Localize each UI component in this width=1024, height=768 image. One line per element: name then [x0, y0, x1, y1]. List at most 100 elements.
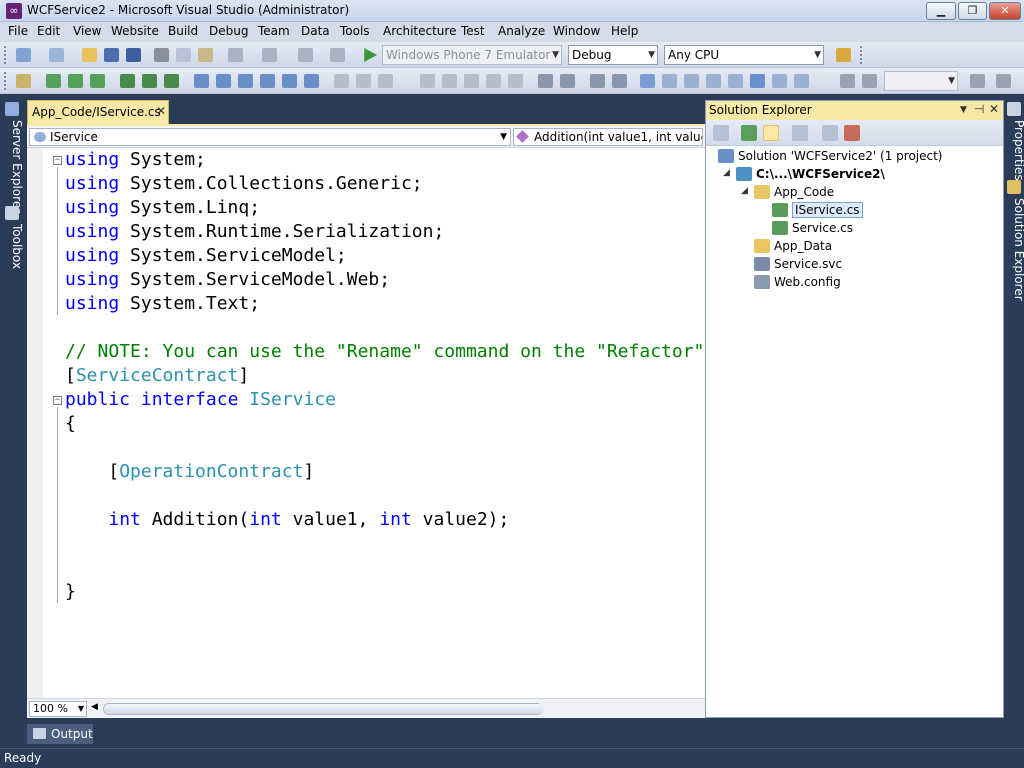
code-line[interactable]: using System.Collections.Generic; [65, 172, 423, 196]
minimize-button[interactable]: ▁ [926, 2, 956, 20]
solution-explorer-tab[interactable]: Solution Explorer [1004, 180, 1024, 301]
toolbar-grip[interactable] [4, 46, 7, 64]
code-line[interactable]: // NOTE: You can use the "Rename" comman… [65, 340, 703, 364]
configuration-select[interactable]: Debug ▼ [568, 45, 658, 65]
navigate-backward-icon[interactable] [298, 48, 313, 62]
tree-item[interactable]: App_Code [754, 183, 834, 201]
code-line[interactable]: using System; [65, 148, 206, 172]
open-file-icon[interactable] [82, 48, 97, 62]
start-debugging-icon[interactable] [364, 48, 377, 62]
code-line[interactable]: using System.Text; [65, 292, 260, 316]
code-line[interactable]: using System.Runtime.Serialization; [65, 220, 444, 244]
navigate-forward-icon[interactable] [330, 48, 345, 62]
menu-tools[interactable]: Tools [340, 24, 370, 38]
tab-iservice-cs[interactable]: App_Code/IService.cs ✕ [27, 100, 169, 124]
menu-view[interactable]: View [73, 24, 101, 38]
add-item-icon[interactable] [49, 48, 64, 62]
toolbar-grip[interactable] [4, 72, 7, 90]
view-code-icon[interactable] [792, 125, 808, 141]
scrollbar-thumb[interactable] [104, 704, 544, 714]
align-icon[interactable] [442, 74, 457, 88]
refresh-button-icon[interactable] [741, 125, 757, 141]
close-tab-icon[interactable]: ✕ [156, 104, 166, 118]
tile-icon[interactable] [706, 74, 721, 88]
zoom-in-icon[interactable] [840, 74, 855, 88]
tree-item[interactable]: App_Data [754, 237, 832, 255]
compare-icon[interactable] [164, 74, 179, 88]
scroll-left-icon[interactable]: ◀ [91, 702, 98, 712]
comment-icon[interactable] [538, 74, 553, 88]
step-out-icon[interactable] [90, 74, 105, 88]
code-line[interactable]: [OperationContract] [65, 460, 314, 484]
menu-build[interactable]: Build [168, 24, 198, 38]
code-line[interactable]: public interface IService [65, 388, 336, 412]
code-line[interactable]: using System.ServiceModel; [65, 244, 347, 268]
close-panel-icon[interactable]: ✕ [989, 102, 999, 116]
window-icon[interactable] [640, 74, 655, 88]
bold-icon[interactable] [508, 74, 523, 88]
layout-icon[interactable] [662, 74, 677, 88]
menu-team[interactable]: Team [258, 24, 290, 38]
menu-file[interactable]: File [8, 24, 28, 38]
code-line[interactable]: { [65, 412, 76, 436]
check-out-icon[interactable] [142, 74, 157, 88]
stop-icon[interactable] [772, 74, 787, 88]
indent-icon[interactable] [356, 74, 371, 88]
horizontal-scrollbar[interactable] [103, 703, 544, 715]
expand-arrow-icon[interactable]: ◢ [723, 168, 730, 178]
check-in-icon[interactable] [120, 74, 135, 88]
properties-button-icon[interactable] [713, 125, 729, 141]
platform-select[interactable]: Any CPU ▼ [664, 45, 824, 65]
menu-help[interactable]: Help [611, 24, 638, 38]
options-icon[interactable] [794, 74, 809, 88]
select-icon[interactable] [420, 74, 435, 88]
properties-tab[interactable]: Properties [1004, 102, 1024, 182]
menu-test[interactable]: Test [461, 24, 485, 38]
step-over-icon[interactable] [68, 74, 83, 88]
parameter-info-icon[interactable] [216, 74, 231, 88]
find-in-files-icon[interactable] [836, 48, 851, 62]
collapse-interface-icon[interactable]: − [53, 396, 62, 405]
tree-item[interactable]: Service.cs [772, 219, 853, 237]
format-icon[interactable] [378, 74, 393, 88]
paste-icon[interactable] [198, 48, 213, 62]
code-line[interactable]: int Addition(int value1, int value2); [65, 508, 509, 532]
dock-icon[interactable] [684, 74, 699, 88]
tree-item[interactable]: Solution 'WCFService2' (1 project) [718, 147, 943, 165]
tree-item[interactable]: IService.cs [772, 201, 863, 219]
save-icon[interactable] [104, 48, 119, 62]
code-area[interactable]: using System; using System.Collections.Ge… [65, 148, 703, 704]
zoom-out-icon[interactable] [862, 74, 877, 88]
quick-info-icon[interactable] [238, 74, 253, 88]
indent-lines-icon[interactable] [612, 74, 627, 88]
step-into-icon[interactable] [46, 74, 61, 88]
copy-icon[interactable] [176, 48, 191, 62]
float-icon[interactable] [728, 74, 743, 88]
redo-icon[interactable] [262, 48, 277, 62]
script-icon[interactable] [16, 74, 31, 88]
show-all-files-icon[interactable] [763, 125, 779, 141]
new-project-icon[interactable] [16, 48, 31, 62]
menu-debug[interactable]: Debug [209, 24, 248, 38]
window-position-icon[interactable]: ▼ [960, 105, 967, 115]
search-combo[interactable]: ▼ [884, 71, 958, 91]
outdent-lines-icon[interactable] [590, 74, 605, 88]
menu-architecture[interactable]: Architecture [383, 24, 456, 38]
expand-arrow-icon[interactable]: ◢ [741, 186, 748, 196]
save-all-icon[interactable] [126, 48, 141, 62]
view-designer-icon[interactable] [822, 125, 838, 141]
tree-item[interactable]: Web.config [754, 273, 841, 291]
member-navigation-select[interactable]: Addition(int value1, int value2) [513, 128, 703, 146]
toolbox-tab[interactable]: Toolbox [2, 206, 24, 286]
server-explorer-tab[interactable]: Server Explorer [2, 102, 24, 213]
maximize-button[interactable]: ❐ [958, 2, 987, 20]
close-button[interactable]: ✕ [989, 2, 1021, 20]
undo-icon[interactable] [228, 48, 243, 62]
code-line[interactable]: using System.Linq; [65, 196, 260, 220]
menu-data[interactable]: Data [301, 24, 330, 38]
tree-item[interactable]: Service.svc [754, 255, 842, 273]
indicator-margin[interactable] [27, 148, 43, 704]
list-members-icon[interactable] [194, 74, 209, 88]
menu-website[interactable]: Website [111, 24, 159, 38]
word-completion-icon[interactable] [260, 74, 275, 88]
